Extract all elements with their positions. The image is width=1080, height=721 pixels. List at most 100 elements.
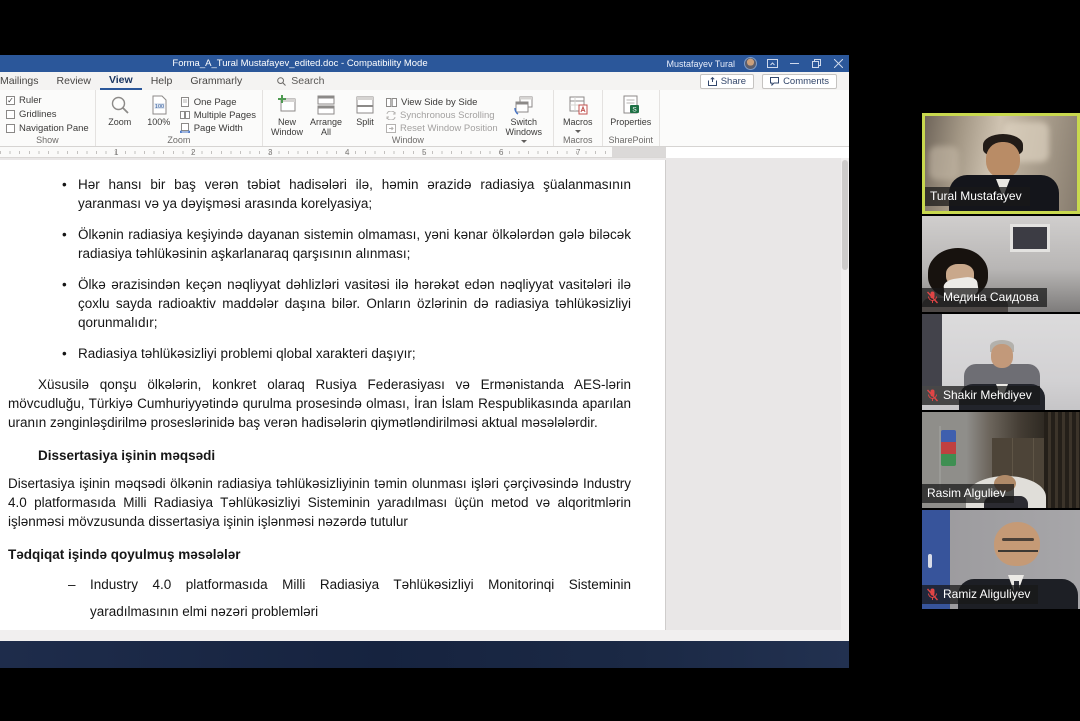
background-window-panel	[922, 314, 942, 386]
avatar[interactable]	[744, 57, 757, 70]
participant-tile-shakir[interactable]: Shakir Mehdiyev	[922, 314, 1080, 410]
horizontal-ruler[interactable]: 1 2 3 4 5 6 7	[0, 147, 666, 158]
svg-text:100: 100	[155, 104, 164, 110]
page-width-button[interactable]: Page Width	[180, 123, 256, 133]
gridlines-checkbox-label: Gridlines	[19, 109, 57, 120]
bullet-marker: •	[62, 275, 78, 332]
multiple-pages-label: Multiple Pages	[194, 110, 256, 121]
share-label: Share	[721, 76, 746, 87]
properties-icon: S	[621, 95, 641, 115]
split-button[interactable]: Split	[347, 93, 383, 132]
tab-help[interactable]: Help	[142, 72, 182, 90]
navigation-pane-checkbox-label: Navigation Pane	[19, 123, 89, 134]
switch-windows-button[interactable]: Switch Windows	[501, 93, 547, 132]
document-title: Forma_A_Tural Mustafayev_edited.doc - Co…	[172, 58, 427, 69]
account-name[interactable]: Mustafayev Tural	[666, 59, 735, 69]
ribbon-display-options-icon[interactable]	[766, 57, 779, 70]
properties-button[interactable]: S Properties	[609, 93, 653, 132]
macros-button[interactable]: Macros	[560, 93, 596, 132]
muted-mic-icon	[927, 588, 938, 601]
zoom-100-button[interactable]: 100 100%	[141, 93, 177, 132]
background-blur-patch	[929, 146, 959, 180]
page-width-label: Page Width	[194, 123, 243, 134]
title-bar: Forma_A_Tural Mustafayev_edited.doc - Co…	[0, 55, 849, 72]
view-side-by-side-icon	[386, 98, 397, 107]
bookshelf	[1044, 412, 1080, 508]
ruler-checkbox-label: Ruler	[19, 95, 42, 106]
participant-tile-tural[interactable]: Tural Mustafayev	[922, 113, 1080, 214]
horizontal-scrollbar-track[interactable]	[0, 630, 849, 641]
new-window-button[interactable]: New Window	[269, 93, 305, 132]
participant-tile-medina[interactable]: Медина Саидова	[922, 216, 1080, 312]
one-page-button[interactable]: One Page	[180, 97, 256, 107]
ribbon-group-show: ✓ Ruler Gridlines Navigation Pane Show	[0, 90, 96, 146]
restore-icon[interactable]	[810, 57, 823, 70]
section-heading: Dissertasiya işinin məqsədi	[38, 446, 631, 465]
dash-text: Industry 4.0 platformasıda Milli Radiasi…	[90, 571, 631, 625]
scrollbar-thumb[interactable]	[842, 160, 848, 270]
comments-button[interactable]: Comments	[762, 74, 837, 89]
reset-window-position-button[interactable]: Reset Window Position	[386, 123, 498, 133]
participant-tile-rasim[interactable]: Rasim Alguliev	[922, 412, 1080, 508]
search-box[interactable]: Search	[277, 75, 324, 87]
tab-mailings[interactable]: Mailings	[0, 72, 48, 90]
tab-view[interactable]: View	[100, 72, 142, 90]
ruler-mark: 1	[114, 148, 118, 157]
split-label: Split	[356, 117, 374, 127]
reset-window-position-label: Reset Window Position	[400, 123, 498, 134]
tab-grammarly[interactable]: Grammarly	[181, 72, 251, 90]
bullet-item: • Ölkə ərazisindən keçən nəqliyyat dəhli…	[8, 275, 631, 332]
participant-eyebrows	[1002, 538, 1034, 541]
participant-name-tag: Rasim Alguliev	[922, 484, 1014, 503]
zoom-button[interactable]: Zoom	[102, 93, 138, 132]
bullet-text: Radiasiya təhlükəsizliyi problemi qlobal…	[78, 344, 631, 363]
bullet-text: Ölkənin radiasiya keşiyində dayanan sist…	[78, 225, 631, 263]
bullet-item: • Radiasiya təhlükəsizliyi problemi qlob…	[8, 344, 631, 363]
share-button[interactable]: Share	[700, 74, 754, 89]
bullet-text: Ölkə ərazisindən keçən nəqliyyat dəhlizl…	[78, 275, 631, 332]
search-label: Search	[291, 75, 324, 87]
document-page[interactable]: • Hər hansı bir baş verən təbiət hadisəl…	[0, 160, 666, 630]
reset-window-position-icon	[386, 124, 396, 133]
synchronous-scrolling-button[interactable]: Synchronous Scrolling	[386, 110, 498, 120]
arrange-all-button[interactable]: Arrange All	[308, 93, 344, 132]
page-width-icon	[180, 123, 190, 133]
minimize-icon[interactable]	[788, 57, 801, 70]
zoom-100-label: 100%	[147, 117, 170, 127]
switch-windows-icon	[514, 95, 534, 115]
ribbon-empty-space	[660, 90, 849, 146]
zoom-group-label: Zoom	[96, 135, 262, 145]
dash-list-item: – Industry 4.0 platformasıda Milli Radia…	[68, 571, 631, 625]
ruler-mark: 5	[422, 148, 426, 157]
view-side-by-side-button[interactable]: View Side by Side	[386, 97, 498, 107]
ruler-checkbox-row[interactable]: ✓ Ruler	[6, 95, 89, 106]
participant-name: Rasim Alguliev	[927, 486, 1006, 500]
ruler-mark: 2	[191, 148, 195, 157]
multiple-pages-button[interactable]: Multiple Pages	[180, 110, 256, 120]
ribbon-group-macros: Macros Macros	[554, 90, 603, 146]
paragraph: Xüsusilə qonşu ölkələrin, konkret olaraq…	[8, 375, 631, 432]
participant-name-tag: Медина Саидова	[922, 288, 1047, 307]
switch-windows-label: Switch Windows	[501, 117, 547, 137]
dash-marker: –	[68, 571, 90, 625]
participant-head	[986, 142, 1020, 178]
navigation-pane-checkbox-row[interactable]: Navigation Pane	[6, 123, 89, 134]
ribbon: ✓ Ruler Gridlines Navigation Pane Show	[0, 90, 849, 147]
cabinet-label	[928, 554, 932, 568]
zoom-100-icon: 100	[149, 95, 169, 115]
svg-text:S: S	[632, 106, 637, 113]
close-icon[interactable]	[832, 57, 845, 70]
participant-tile-ramiz[interactable]: Ramiz Aliguliyev	[922, 510, 1080, 609]
participant-name: Shakir Mehdiyev	[943, 388, 1032, 402]
ribbon-group-window: New Window Arrange All Split V	[263, 90, 554, 146]
section-heading: Tədqiqat işində qoyulmuş məsələlər	[8, 545, 631, 564]
gridlines-checkbox-row[interactable]: Gridlines	[6, 109, 89, 120]
participant-name-tag: Tural Mustafayev	[925, 187, 1030, 206]
vertical-scrollbar[interactable]	[841, 158, 849, 630]
tab-review[interactable]: Review	[48, 72, 100, 90]
ruler-mark: 7	[576, 148, 580, 157]
multiple-pages-icon	[180, 110, 190, 120]
bullet-item: • Hər hansı bir baş verən təbiət hadisəl…	[8, 175, 631, 213]
checkbox-empty-icon	[6, 124, 15, 133]
ruler-mark: 4	[345, 148, 349, 157]
